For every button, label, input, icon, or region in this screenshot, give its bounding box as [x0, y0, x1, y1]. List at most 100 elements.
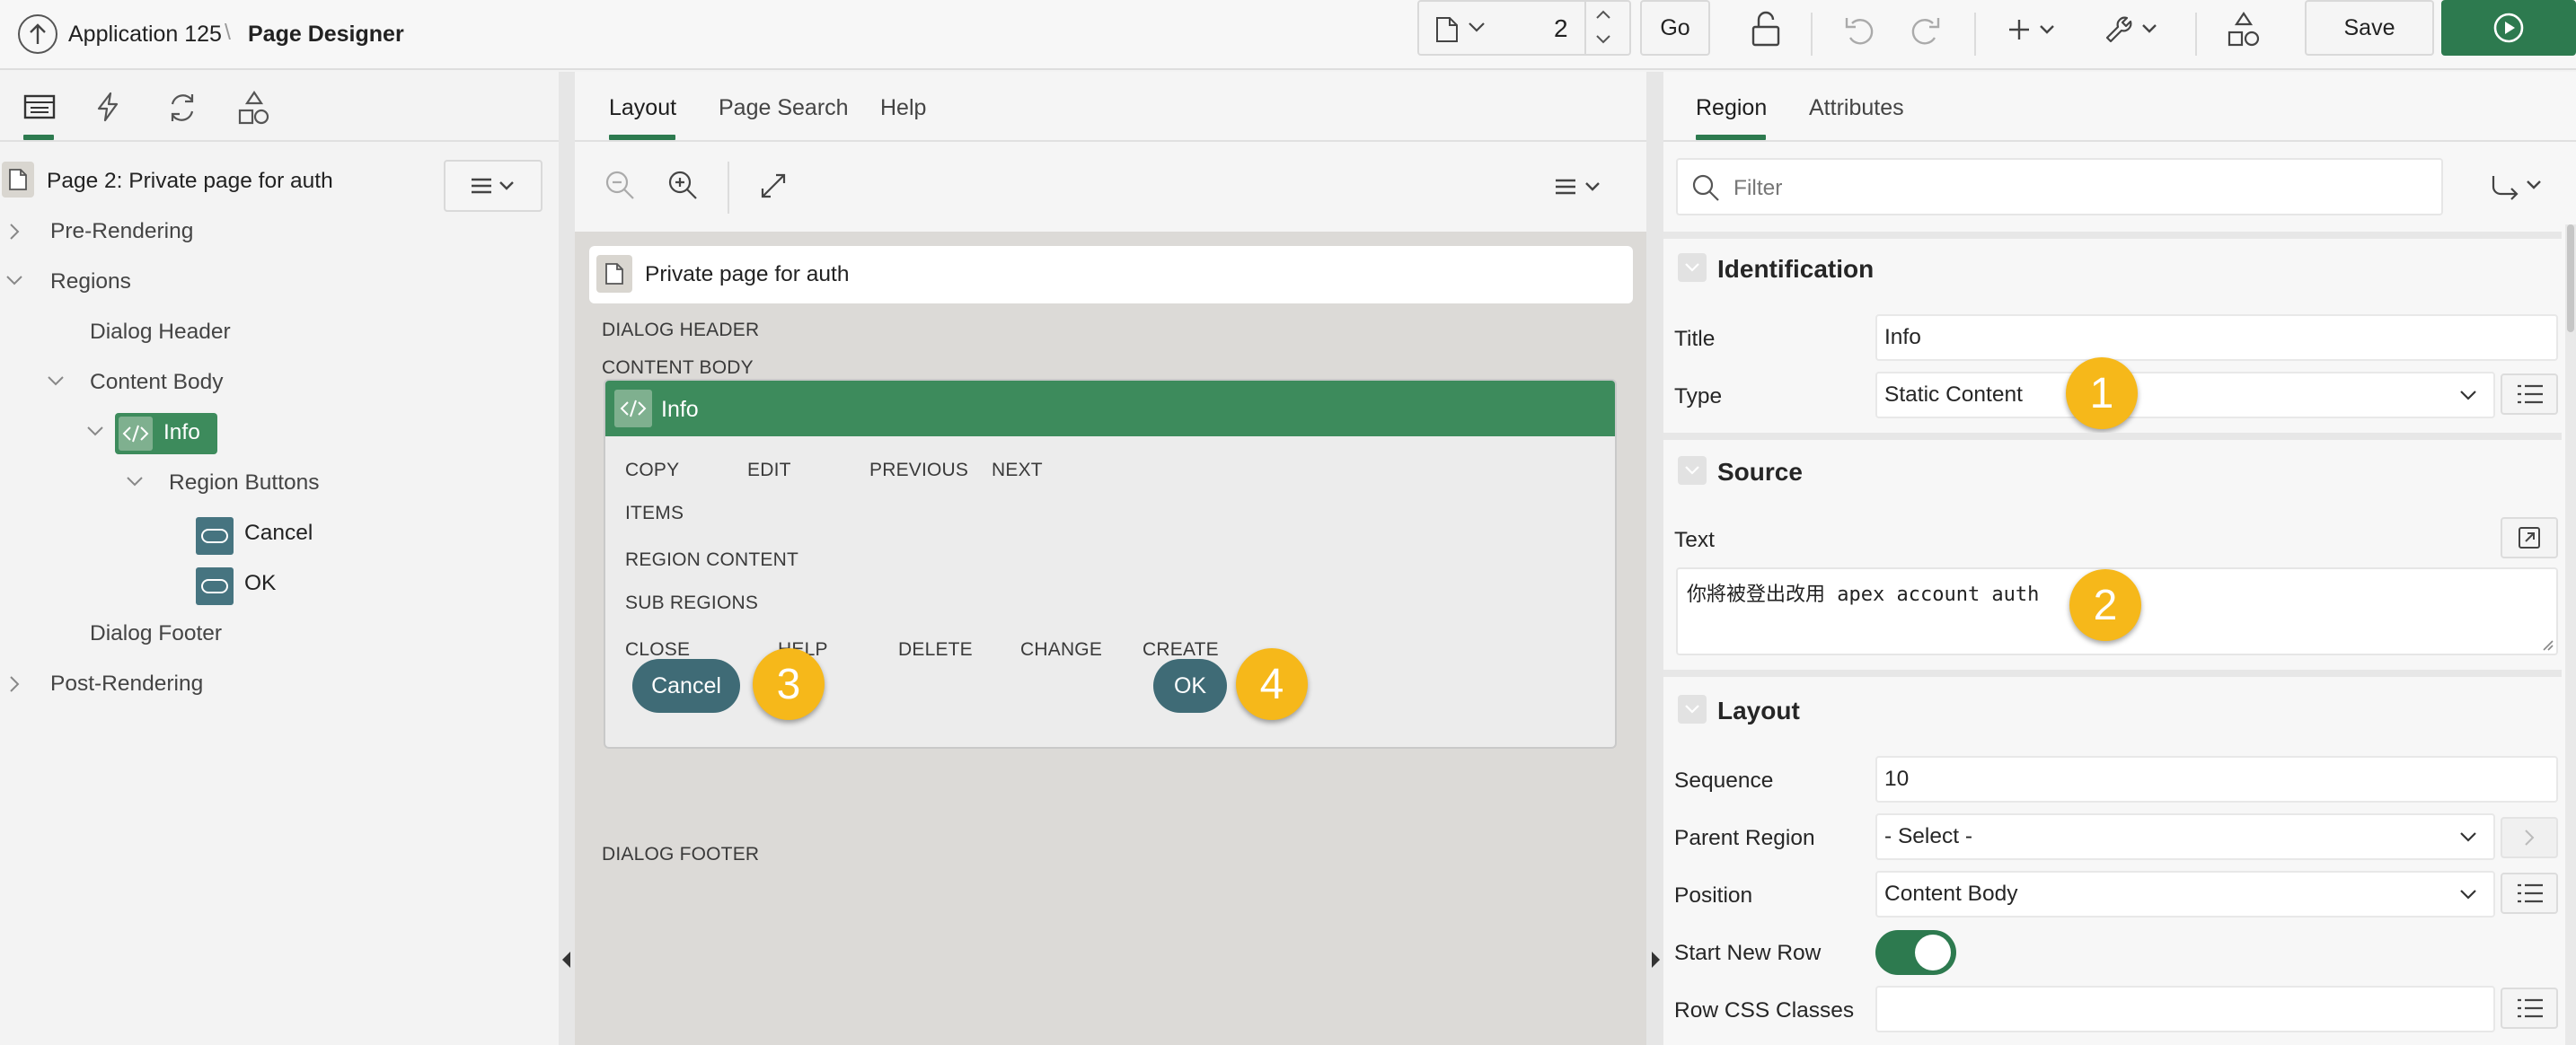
- tree-node-cancel[interactable]: Cancel: [244, 521, 313, 546]
- tree-node-info-selected[interactable]: Info: [115, 413, 217, 454]
- go-button[interactable]: Go: [1640, 0, 1710, 56]
- page-selector[interactable]: 2: [1417, 0, 1631, 56]
- position-list-button[interactable]: [2501, 873, 2558, 914]
- page-icon: [1435, 16, 1459, 43]
- property-scrollbar[interactable]: [2565, 224, 2576, 1045]
- page-title: Page Designer: [248, 22, 404, 47]
- position-change: CHANGE: [1020, 639, 1103, 660]
- sequence-field[interactable]: 10: [1875, 756, 2558, 803]
- callout-4: 4: [1236, 648, 1308, 720]
- tree-node-ok[interactable]: OK: [244, 571, 276, 596]
- rendering-tree-panel: Page 2: Private page for auth Pre-Render…: [0, 72, 559, 1045]
- collapse-layout[interactable]: [1678, 695, 1707, 724]
- parent-region-value: - Select -: [1884, 824, 1973, 848]
- tab-region[interactable]: Region: [1696, 95, 1767, 121]
- run-page-button[interactable]: [2441, 0, 2576, 56]
- page-icon: [2, 162, 34, 198]
- open-dialog-icon: [2519, 527, 2540, 549]
- content-body-label: CONTENT BODY: [602, 357, 754, 378]
- go-to-parent-button[interactable]: [2501, 817, 2558, 858]
- zoom-out-icon[interactable]: [604, 169, 636, 201]
- chevron-down-icon[interactable]: [47, 375, 65, 386]
- page-icon: [596, 255, 632, 293]
- chevron-down-icon: [2459, 831, 2477, 842]
- chevron-down-icon[interactable]: [126, 476, 144, 487]
- dynamic-actions-icon[interactable]: [95, 92, 120, 122]
- position-edit: EDIT: [747, 460, 791, 480]
- chevron-up-icon[interactable]: [1595, 9, 1611, 20]
- type-select-value: Static Content: [1884, 382, 2023, 407]
- section-layout[interactable]: Layout: [1717, 697, 1800, 725]
- start-new-row-toggle[interactable]: [1875, 930, 1956, 975]
- chevron-down-icon[interactable]: [1595, 34, 1611, 45]
- position-previous: PREVIOUS: [869, 460, 969, 480]
- type-select[interactable]: Static Content: [1875, 372, 2495, 418]
- position-close: CLOSE: [625, 639, 691, 660]
- tree-menu-button[interactable]: [444, 160, 543, 212]
- collapse-source[interactable]: [1678, 456, 1707, 485]
- shared-components-icon[interactable]: [2226, 11, 2262, 48]
- info-region[interactable]: Info COPY EDIT PREVIOUS NEXT ITEMS REGIO…: [604, 379, 1617, 749]
- tree-node-regions[interactable]: Regions: [50, 269, 131, 294]
- position-region-content: REGION CONTENT: [625, 549, 798, 570]
- info-region-header[interactable]: Info: [605, 381, 1615, 436]
- collapse-right-arrow-icon[interactable]: [1652, 952, 1660, 968]
- utilities-wrench-icon[interactable]: [2104, 13, 2161, 45]
- layout-menu-icon[interactable]: [1552, 176, 1604, 198]
- go-to-group-icon[interactable]: [2490, 172, 2547, 201]
- application-name[interactable]: Application 125: [68, 22, 222, 48]
- chevron-right-icon: [2525, 830, 2535, 846]
- row-css-list-button[interactable]: [2501, 988, 2558, 1029]
- position-select[interactable]: Content Body: [1875, 871, 2495, 918]
- collapse-identification[interactable]: [1678, 253, 1707, 282]
- zoom-in-icon[interactable]: [666, 169, 699, 201]
- parent-region-select[interactable]: - Select -: [1875, 813, 2495, 860]
- left-splitter[interactable]: [559, 72, 575, 1045]
- tab-attributes[interactable]: Attributes: [1809, 95, 1904, 121]
- chevron-right-icon[interactable]: [9, 675, 20, 693]
- processing-icon[interactable]: [165, 92, 199, 124]
- tab-layout[interactable]: Layout: [609, 95, 676, 121]
- chevron-down-icon: [2459, 889, 2477, 900]
- tree-node-region-buttons[interactable]: Region Buttons: [169, 470, 320, 496]
- tab-help[interactable]: Help: [880, 95, 926, 121]
- chevron-down-icon[interactable]: [5, 275, 23, 285]
- section-identification[interactable]: Identification: [1717, 255, 1874, 284]
- title-label: Title: [1674, 327, 1716, 351]
- rendering-tab-icon[interactable]: [23, 93, 56, 120]
- tree-node-info-label: Info: [163, 420, 200, 444]
- up-arrow-icon[interactable]: [18, 14, 57, 54]
- chevron-down-icon[interactable]: [86, 426, 104, 436]
- tab-page-search[interactable]: Page Search: [719, 95, 849, 121]
- section-source[interactable]: Source: [1717, 458, 1803, 487]
- ok-button[interactable]: OK: [1153, 659, 1227, 713]
- chevron-down-icon[interactable]: [1468, 22, 1486, 32]
- title-field[interactable]: Info: [1875, 314, 2558, 361]
- shared-components-icon[interactable]: [237, 90, 271, 126]
- tree-node-pre-rendering[interactable]: Pre-Rendering: [50, 219, 193, 244]
- code-icon: [119, 417, 153, 451]
- tree-node-dialog-footer[interactable]: Dialog Footer: [90, 621, 222, 646]
- save-button[interactable]: Save: [2305, 0, 2434, 56]
- tree-node-content-body[interactable]: Content Body: [90, 370, 223, 395]
- chevron-right-icon[interactable]: [9, 223, 20, 241]
- unlock-icon[interactable]: [1748, 11, 1784, 48]
- collapse-left-arrow-icon[interactable]: [562, 952, 570, 968]
- resize-handle-icon[interactable]: [2542, 639, 2554, 652]
- filter-field[interactable]: Filter: [1676, 158, 2443, 215]
- callout-2: 2: [2069, 569, 2141, 641]
- page-number-input[interactable]: 2: [1554, 14, 1568, 43]
- expand-editor-button[interactable]: [2501, 517, 2558, 558]
- redo-icon[interactable]: [1908, 13, 1942, 47]
- cancel-button[interactable]: Cancel: [632, 659, 740, 713]
- tree-node-dialog-header[interactable]: Dialog Header: [90, 320, 231, 345]
- type-list-button[interactable]: [2501, 373, 2558, 415]
- undo-icon[interactable]: [1843, 13, 1877, 47]
- tree-node-post-rendering[interactable]: Post-Rendering: [50, 672, 203, 697]
- right-splitter[interactable]: [1646, 72, 1663, 1045]
- list-icon: [2518, 883, 2543, 903]
- tree-page-node[interactable]: Page 2: Private page for auth: [47, 169, 333, 194]
- expand-icon[interactable]: [760, 172, 787, 199]
- row-css-classes-field[interactable]: [1875, 986, 2495, 1032]
- create-plus-icon[interactable]: [2008, 16, 2059, 43]
